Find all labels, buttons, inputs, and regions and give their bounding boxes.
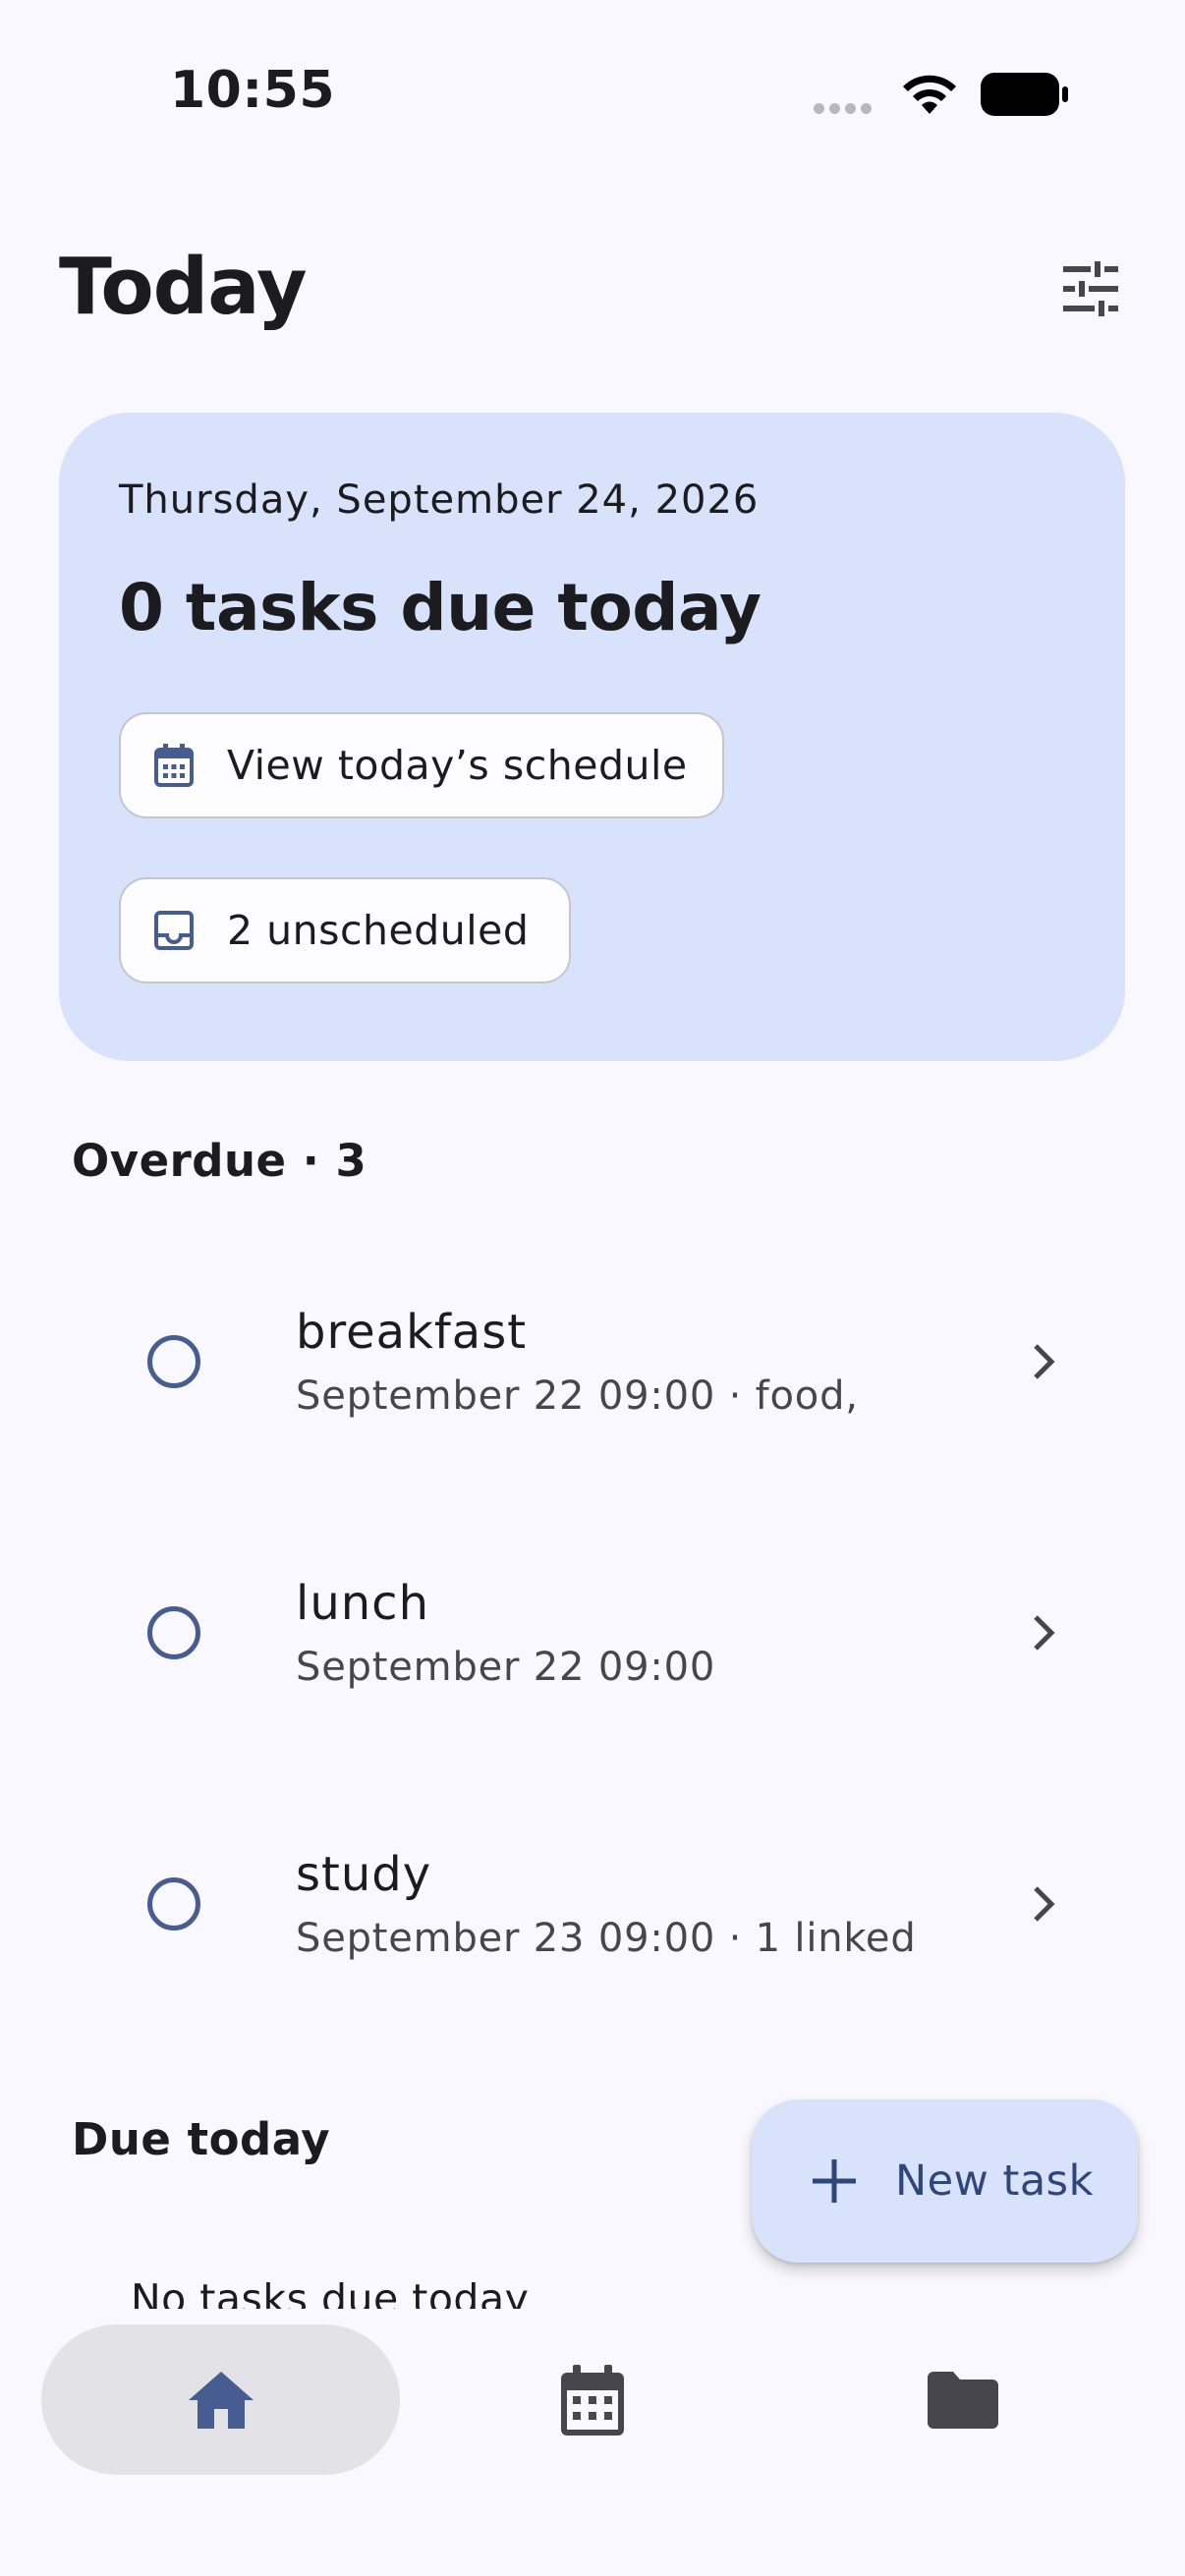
view-schedule-button[interactable]: View today’s schedule — [119, 712, 724, 818]
new-task-label: New task — [895, 2156, 1094, 2206]
unscheduled-label: 2 unscheduled — [227, 907, 530, 954]
summary-task-count: 0 tasks due today — [119, 570, 762, 645]
unscheduled-button[interactable]: 2 unscheduled — [119, 877, 571, 983]
battery-icon — [981, 73, 1068, 116]
task-name: lunch — [296, 1576, 429, 1631]
chevron-right-icon — [1034, 1615, 1055, 1651]
task-complete-checkbox[interactable] — [147, 1335, 200, 1388]
task-complete-checkbox[interactable] — [147, 1606, 200, 1659]
page-title: Today — [59, 242, 308, 332]
plus-icon — [813, 2159, 856, 2203]
wifi-icon — [903, 75, 956, 114]
task-name: study — [296, 1847, 432, 1902]
view-schedule-label: View today’s schedule — [227, 742, 688, 789]
inbox-icon — [152, 909, 196, 952]
task-name: breakfast — [296, 1305, 528, 1360]
task-complete-checkbox[interactable] — [147, 1877, 200, 1931]
tune-icon — [1063, 261, 1118, 316]
signal-dots-icon — [814, 103, 872, 114]
task-meta: September 23 09:00 · 1 linked — [296, 1916, 917, 1961]
task-meta: September 22 09:00 — [296, 1645, 716, 1690]
nav-calendar[interactable] — [521, 2324, 664, 2475]
calendar-icon — [152, 744, 196, 787]
summary-date: Thursday, September 24, 2026 — [119, 477, 760, 523]
task-meta: September 22 09:00 · food, — [296, 1373, 859, 1419]
calendar-icon — [561, 2364, 624, 2436]
status-time: 10:55 — [170, 61, 336, 120]
overdue-section-title: Overdue · 3 — [72, 1135, 367, 1187]
home-icon — [188, 2371, 254, 2429]
new-task-button[interactable]: New task — [752, 2100, 1138, 2263]
filter-button[interactable] — [1054, 252, 1127, 325]
folder-icon — [928, 2371, 998, 2429]
nav-home[interactable] — [41, 2324, 400, 2475]
chevron-right-icon — [1034, 1344, 1055, 1379]
chevron-right-icon — [1034, 1886, 1055, 1922]
due-today-section-title: Due today — [72, 2113, 331, 2165]
nav-folders[interactable] — [891, 2324, 1035, 2475]
